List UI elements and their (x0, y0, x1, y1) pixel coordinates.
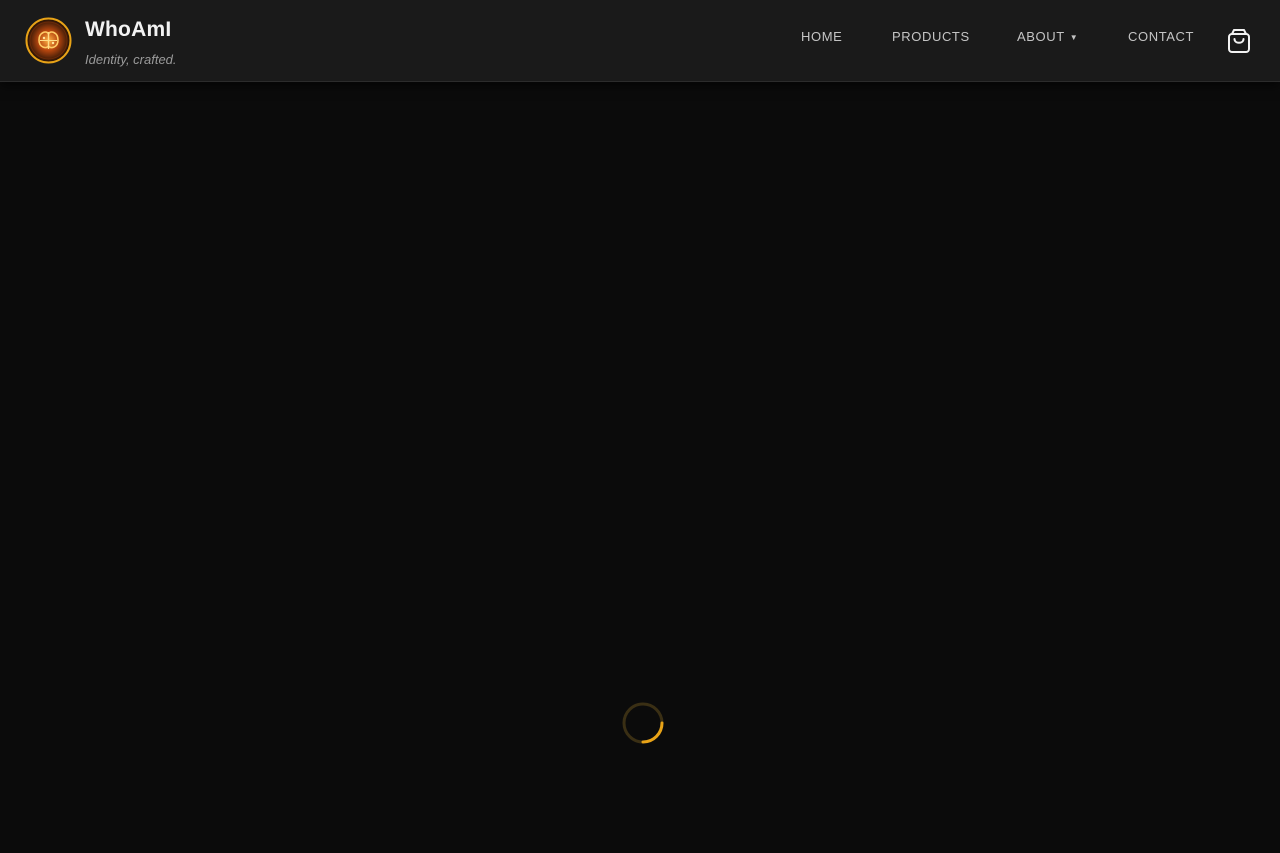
shopping-bag-icon[interactable] (1226, 28, 1252, 54)
brain-logo-icon[interactable] (25, 17, 72, 64)
nav-contact[interactable]: CONTACT (1128, 29, 1194, 44)
nav-about[interactable]: ABOUT ▼ (1017, 29, 1078, 44)
caret-down-icon: ▼ (1069, 33, 1079, 42)
site-header: WhoAmI Identity, crafted. HOME PRODUCTS … (0, 0, 1280, 82)
nav-contact-label: CONTACT (1128, 29, 1195, 44)
nav-products-label: PRODUCTS (892, 29, 970, 44)
nav-products[interactable]: PRODUCTS (892, 29, 970, 44)
nav-home[interactable]: HOME (801, 29, 842, 44)
brand-tagline: Identity, crafted. (85, 52, 177, 67)
nav-about-label: ABOUT (1017, 29, 1065, 44)
nav-home-label: HOME (801, 29, 843, 44)
spinner-icon (621, 701, 665, 745)
brand-name[interactable]: WhoAmI (85, 18, 171, 42)
